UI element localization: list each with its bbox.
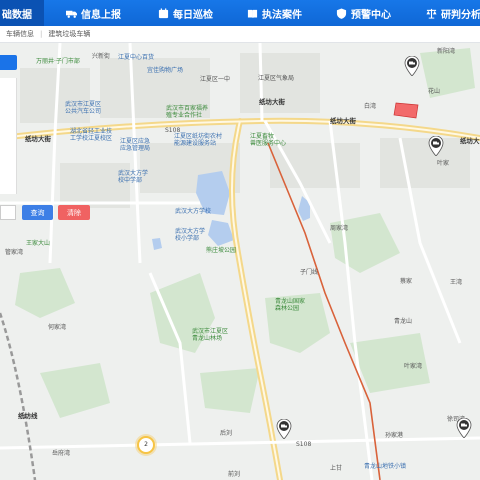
nav-item-label: 执法案件: [262, 9, 302, 21]
map-label: 何家湾: [48, 324, 67, 331]
shield-icon: [336, 7, 347, 19]
nav-item-daily-inspection[interactable]: 每日巡检: [158, 0, 213, 26]
map-label: 管家湾: [5, 249, 24, 256]
vehicle-marker-icon[interactable]: [404, 56, 420, 76]
map-label: S108: [165, 127, 181, 134]
map-label: 青龙山地铁小镇: [364, 463, 407, 470]
nav-item-law-cases[interactable]: 执法案件: [247, 0, 302, 26]
map-label: 孙家港: [385, 432, 404, 439]
scale-icon: [426, 8, 437, 19]
map-label: 前刘: [228, 471, 241, 478]
map-label: 兴新街: [92, 53, 111, 60]
map-label: 纸坊大街: [259, 98, 285, 106]
reset-button[interactable]: 清除: [58, 205, 90, 220]
map-label: 江夏区应急 应急管理局: [120, 138, 151, 153]
truck-icon: [66, 10, 77, 18]
map-label: 后刘: [220, 430, 233, 437]
map-label: 江夏畜牧 兽医服务中心: [250, 133, 287, 148]
nav-item-label: 研判分析: [441, 9, 480, 21]
map-label: 纸坊大街: [25, 135, 51, 143]
map-label: 周家湾: [330, 225, 349, 232]
map-label: 白湾: [364, 103, 377, 110]
map-label: 江夏区气象局: [258, 75, 295, 82]
top-nav: 础数据 信息上报 每日巡检 执法案件 预警中心 研判分析: [0, 0, 480, 26]
vehicle-marker-icon[interactable]: [456, 418, 472, 438]
map-label: 纸坊大: [460, 137, 480, 145]
vehicle-marker-icon[interactable]: [276, 419, 292, 439]
map-label: 新阳湾: [437, 48, 456, 55]
map-label: 武汉市江夏区 公共汽车公司: [65, 101, 102, 116]
nav-item-warning-center[interactable]: 预警中心: [336, 0, 391, 26]
filter-select[interactable]: [0, 205, 16, 220]
breadcrumb: 车辆信息 | 建筑垃圾车辆: [0, 26, 480, 43]
panel-tab-button[interactable]: [0, 55, 17, 70]
map-view[interactable]: 万丽井·子门市部 江夏中心百货 宜佳购物广场 江夏区一中 江夏区气象局 武汉市江…: [0, 43, 480, 480]
map-label: 湖北省轻工业技 工学校江夏校区: [70, 128, 113, 143]
nav-item-label: 每日巡检: [173, 9, 213, 21]
map-label: 蔡家: [400, 278, 413, 285]
map-label: 上甘: [330, 465, 343, 472]
map-label: 江夏中心百货: [118, 54, 155, 61]
map-label: 王家大山: [26, 240, 51, 247]
query-button[interactable]: 查询: [22, 205, 53, 220]
map-label: 熊庄坡公园: [206, 247, 237, 254]
map-label: 武汉市江夏区 青龙山林场: [192, 328, 229, 343]
nav-item-analysis[interactable]: 研判分析: [426, 0, 480, 26]
nav-item-info-report[interactable]: 信息上报: [66, 0, 121, 26]
map-label: 叶家湾: [404, 363, 423, 370]
map-label: 岳府湾: [52, 450, 71, 457]
map-label: 武汉大方学 校中学部: [118, 170, 149, 185]
map-label: 武汉大方学 校小学部: [175, 228, 206, 243]
map-label: 武汉大方学校: [175, 208, 212, 215]
vehicle-marker-icon[interactable]: [428, 136, 444, 156]
map-label: 叶家: [437, 160, 450, 167]
map-label: 青龙山国家 森林公园: [275, 298, 306, 313]
map-label: 万丽井·子门市部: [36, 58, 80, 65]
nav-item-label: 础数据: [2, 9, 32, 21]
map-label: 纸坊大街: [330, 117, 356, 125]
filter-panel: [0, 78, 17, 194]
vehicle-cluster-marker[interactable]: 2: [137, 436, 155, 454]
map-label: 纸坊线: [18, 412, 38, 420]
breadcrumb-item-construction-waste-vehicle[interactable]: 建筑垃圾车辆: [42, 29, 96, 39]
map-label: 宜佳购物广场: [147, 67, 184, 74]
map-label: 王湾: [450, 279, 463, 286]
map-label: 江夏区纸坊街农村 能源建设服务站: [174, 133, 223, 148]
map-label: 子门线: [300, 269, 319, 276]
map-label: 花山: [428, 88, 441, 95]
map-label: S108: [296, 441, 312, 448]
nav-item-basic-data[interactable]: 础数据: [0, 0, 44, 26]
book-icon: [247, 9, 258, 18]
nav-item-label: 预警中心: [351, 9, 391, 21]
calendar-icon: [158, 7, 169, 18]
breadcrumb-item-vehicle-info[interactable]: 车辆信息: [0, 29, 40, 39]
map-label: 青龙山: [394, 318, 413, 325]
map-label: 武汉市百家福养 殖专业合作社: [166, 105, 209, 120]
map-label: 江夏区一中: [200, 76, 231, 83]
nav-item-label: 信息上报: [81, 9, 121, 21]
